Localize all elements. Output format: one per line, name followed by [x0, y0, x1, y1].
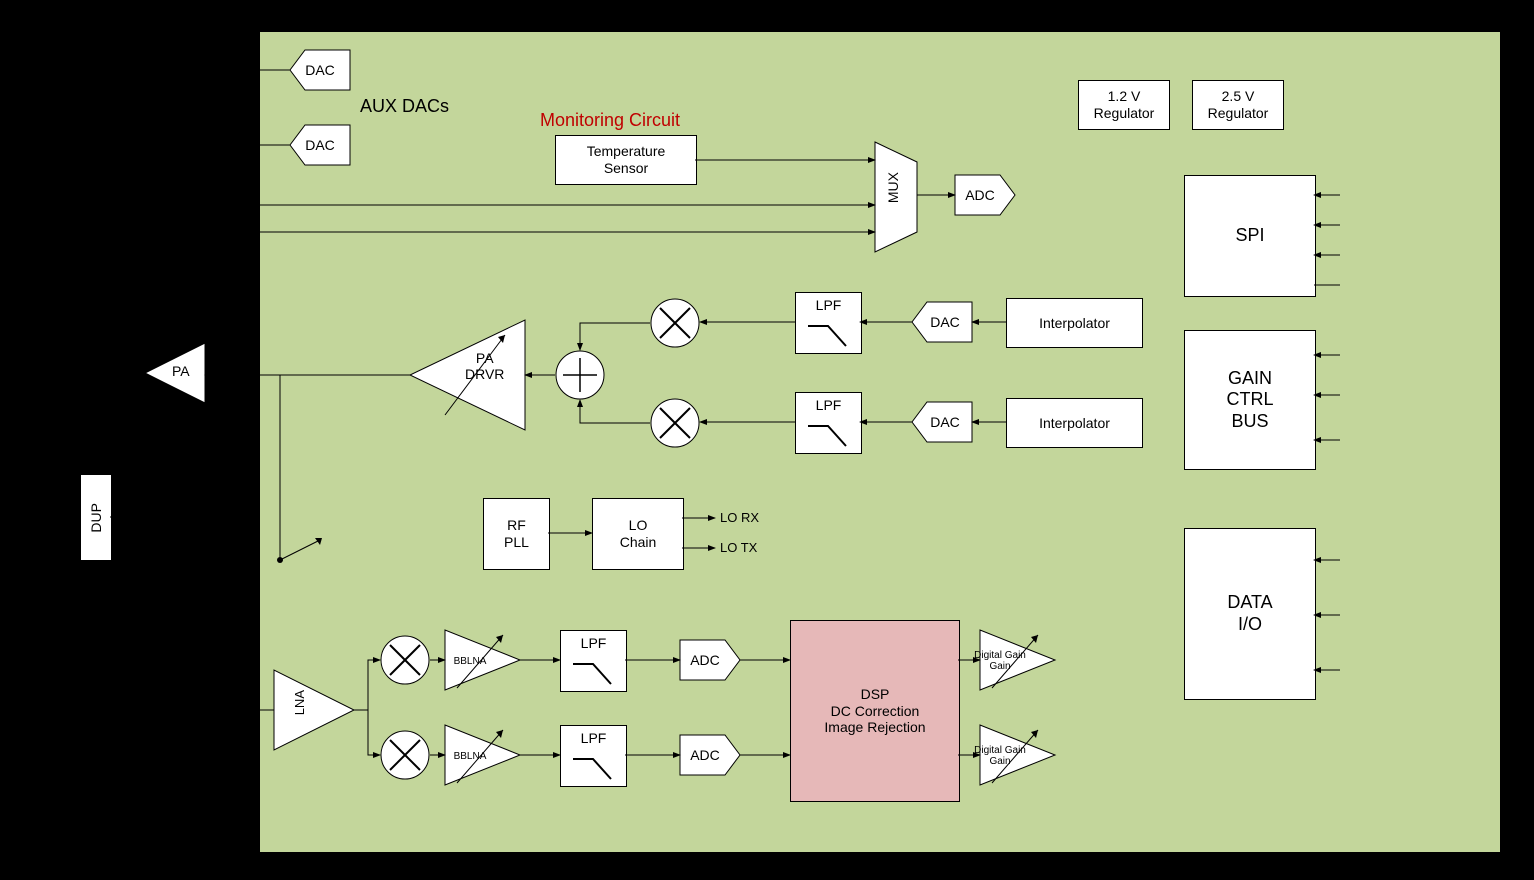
- connection-lines: [0, 0, 1534, 880]
